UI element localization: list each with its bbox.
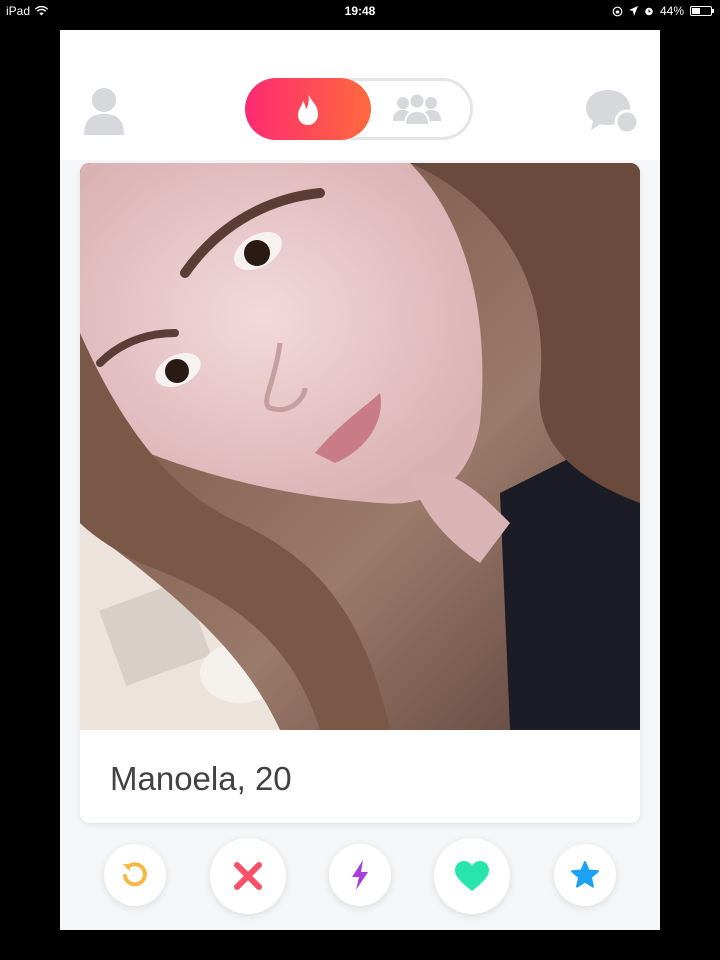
super-like-icon <box>571 861 599 888</box>
like-button[interactable] <box>434 838 510 914</box>
tab-discovery[interactable] <box>245 78 371 140</box>
profile-icon <box>84 88 124 135</box>
card-info[interactable]: Manoela, 20 <box>80 730 640 823</box>
status-bar: iPad 19:48 44% <box>0 0 720 22</box>
lock-rotation-icon <box>612 6 623 16</box>
profile-photo[interactable] <box>80 163 640 730</box>
profile-photo-image <box>80 163 640 730</box>
flame-icon <box>298 93 318 125</box>
social-icon <box>393 92 441 126</box>
top-nav <box>60 30 660 160</box>
tab-social[interactable] <box>388 91 446 127</box>
location-icon <box>628 6 638 16</box>
nope-icon <box>234 862 262 890</box>
rewind-button[interactable] <box>104 844 166 906</box>
battery-fill <box>692 8 700 14</box>
boost-button[interactable] <box>329 844 391 906</box>
app-screen: Manoela, 20 <box>60 30 660 930</box>
battery-icon <box>690 6 714 16</box>
profile-age: 20 <box>254 760 292 797</box>
action-bar <box>60 830 660 930</box>
name-age-separator: , <box>236 760 255 797</box>
nope-button[interactable] <box>210 838 286 914</box>
chat-icon <box>586 90 640 135</box>
messages-button[interactable] <box>584 88 640 136</box>
profile-button[interactable] <box>82 85 126 137</box>
mode-toggle[interactable] <box>245 78 473 140</box>
profile-name-age: Manoela, 20 <box>110 760 292 798</box>
super-like-button[interactable] <box>554 844 616 906</box>
profile-name: Manoela <box>110 760 237 797</box>
battery-percent: 44% <box>659 4 684 18</box>
rewind-icon <box>123 862 147 887</box>
status-right: 44% <box>612 4 714 18</box>
profile-card[interactable]: Manoela, 20 <box>80 163 640 823</box>
alarm-icon <box>645 7 653 16</box>
like-icon <box>455 861 489 891</box>
boost-icon <box>352 860 368 890</box>
